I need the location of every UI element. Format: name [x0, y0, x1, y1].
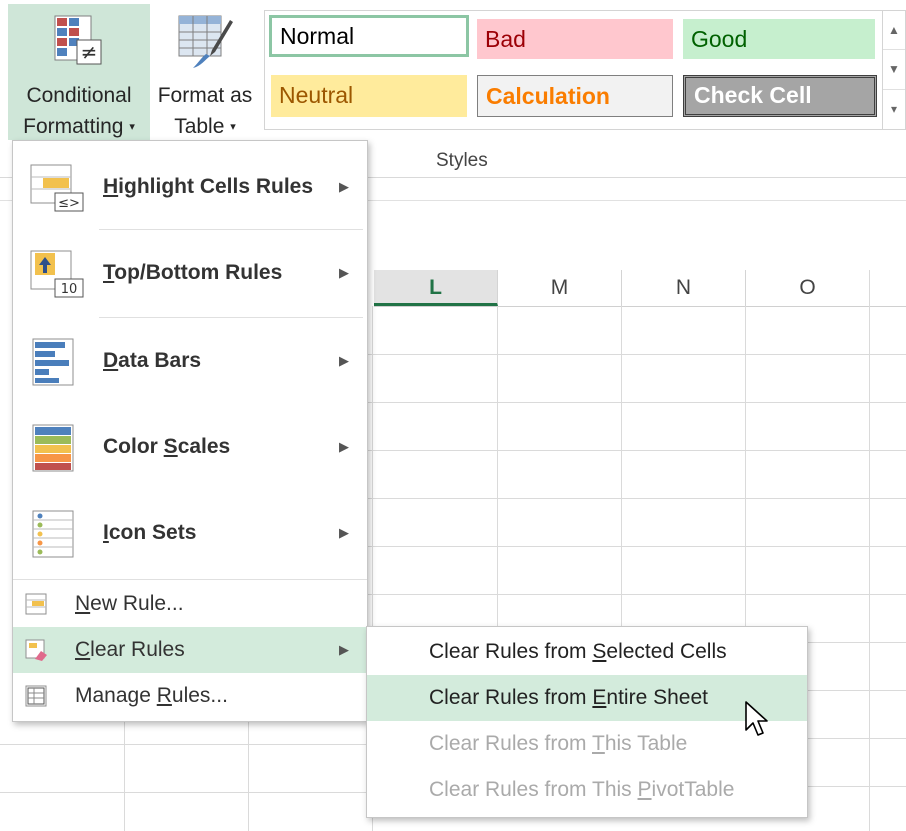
gallery-scroll-down-icon[interactable]: ▼ [883, 49, 905, 88]
icon-sets-icon [32, 510, 74, 558]
manage-rules-label: Manage Rules... [75, 684, 228, 707]
menu-separator [99, 229, 363, 230]
style-check-cell[interactable]: Check Cell [683, 75, 877, 117]
column-headers: L M N O [374, 270, 906, 307]
submenu-arrow-icon: ▶ [339, 353, 349, 368]
clear-rules-label: Clear Rules [75, 638, 185, 661]
style-good[interactable]: Good [683, 19, 875, 59]
format-as-table-button[interactable]: Format as Table ▾ [152, 4, 258, 140]
format-as-table-label-row: Table ▾ [152, 111, 258, 143]
style-calculation[interactable]: Calculation [477, 75, 673, 117]
dropdown-arrow-icon: ▾ [230, 120, 236, 133]
new-rule-icon [25, 593, 47, 615]
conditional-formatting-icon: ≠ [54, 15, 102, 65]
conditional-formatting-label-2: Formatting [23, 115, 124, 138]
gallery-more-icon[interactable]: ▾ [883, 89, 905, 128]
menu-item-highlight-cells-rules[interactable]: ≤> Highlight Cells Rules ▶ [13, 145, 367, 229]
clear-rules-selected-cells[interactable]: Clear Rules from Selected Cells [367, 629, 807, 675]
data-bars-label: Data Bars [103, 349, 202, 372]
dropdown-arrow-icon: ▾ [129, 120, 135, 133]
ribbon: ≠ Conditional Formatting ▾ Format as Tab… [0, 0, 906, 140]
submenu-arrow-icon: ▶ [339, 525, 349, 540]
conditional-formatting-button[interactable]: ≠ Conditional Formatting ▾ [8, 4, 150, 140]
column-header-o[interactable]: O [746, 270, 870, 306]
submenu-arrow-icon: ▶ [339, 179, 349, 194]
top-bottom-rules-label: Top/Bottom Rules [103, 261, 283, 284]
svg-text:≠: ≠ [81, 40, 98, 64]
clear-rules-submenu: Clear Rules from Selected Cells Clear Ru… [366, 626, 808, 818]
highlight-cells-icon: ≤> [30, 164, 84, 212]
svg-text:10: 10 [61, 282, 78, 297]
manage-rules-icon [25, 685, 47, 707]
conditional-formatting-label-1: Conditional [26, 84, 132, 107]
styles-group-label: Styles [436, 150, 488, 171]
submenu-arrow-icon: ▶ [339, 439, 349, 454]
menu-item-manage-rules[interactable]: Manage Rules... [13, 673, 367, 719]
menu-item-icon-sets[interactable]: Icon Sets ▶ [13, 491, 367, 575]
menu-item-data-bars[interactable]: Data Bars ▶ [13, 319, 367, 403]
icon-sets-label: Icon Sets [103, 521, 197, 544]
column-header-l[interactable]: L [374, 270, 498, 306]
menu-item-clear-rules[interactable]: Clear Rules ▶ [13, 627, 367, 673]
clear-rules-entire-sheet[interactable]: Clear Rules from Entire Sheet [367, 675, 807, 721]
clear-rules-icon [25, 639, 47, 661]
data-bars-icon [32, 338, 74, 386]
highlight-cells-rules-label: Highlight Cells Rules [103, 175, 314, 198]
column-header-m[interactable]: M [498, 270, 622, 306]
format-as-table-label-1: Format as [157, 84, 253, 107]
conditional-formatting-menu: ≤> Highlight Cells Rules ▶ 10 Top/Bottom… [12, 140, 368, 722]
gallery-scrollbar: ▲ ▼ ▾ [882, 10, 906, 130]
new-rule-label: New Rule... [75, 592, 184, 615]
style-normal[interactable]: Normal [269, 15, 469, 57]
conditional-formatting-label-row: Formatting ▾ [8, 111, 150, 143]
color-scales-label: Color Scales [103, 435, 231, 458]
clear-rules-this-table: Clear Rules from This Table [429, 732, 688, 755]
top-bottom-icon: 10 [30, 250, 84, 298]
svg-text:≤>: ≤> [58, 196, 80, 211]
menu-item-top-bottom-rules[interactable]: 10 Top/Bottom Rules ▶ [13, 231, 367, 315]
menu-item-new-rule[interactable]: New Rule... [13, 581, 367, 627]
mouse-cursor-icon [745, 701, 768, 736]
format-as-table-label-2: Table [174, 115, 225, 138]
submenu-arrow-icon: ▶ [339, 642, 349, 657]
style-bad[interactable]: Bad [477, 19, 673, 59]
clear-rules-this-pivottable: Clear Rules from This PivotTable [429, 778, 735, 801]
column-header-n[interactable]: N [622, 270, 746, 306]
menu-separator [13, 579, 367, 580]
color-scales-icon [32, 424, 74, 472]
submenu-arrow-icon: ▶ [339, 265, 349, 280]
gallery-scroll-up-icon[interactable]: ▲ [883, 11, 905, 49]
menu-item-color-scales[interactable]: Color Scales ▶ [13, 405, 367, 489]
format-as-table-icon [178, 15, 233, 68]
menu-separator [99, 317, 363, 318]
style-neutral[interactable]: Neutral [271, 75, 467, 117]
cell-styles-gallery: Normal Bad Good Neutral Calculation Chec… [264, 10, 884, 130]
